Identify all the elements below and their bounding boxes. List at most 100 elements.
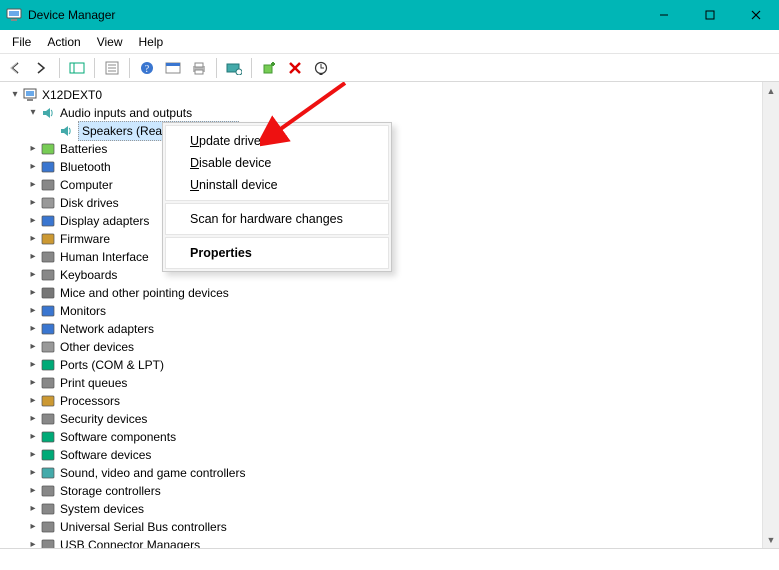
expand-icon[interactable]: ▸ — [26, 410, 40, 428]
tree-category-label: Sound, video and game controllers — [60, 464, 245, 482]
tree-category-label: Storage controllers — [60, 482, 161, 500]
expand-icon[interactable]: ▸ — [26, 374, 40, 392]
device-category-icon — [40, 393, 56, 409]
expand-icon[interactable]: ▸ — [26, 302, 40, 320]
expand-icon[interactable]: ▸ — [26, 212, 40, 230]
toolbar: ? — [0, 54, 779, 82]
tree-category[interactable]: ▸Print queues — [8, 374, 760, 392]
expand-icon[interactable]: ▸ — [26, 338, 40, 356]
remote-icon[interactable] — [222, 56, 246, 80]
tree-category-label: Human Interface — [60, 248, 149, 266]
speaker-icon — [58, 123, 74, 139]
tree-category[interactable]: ▸Mice and other pointing devices — [8, 284, 760, 302]
scroll-down-icon[interactable]: ▼ — [763, 531, 779, 548]
tree-category-label: Universal Serial Bus controllers — [60, 518, 227, 536]
app-icon — [6, 7, 22, 23]
tree-category[interactable]: ▸ System devices — [8, 500, 760, 518]
tree-category[interactable]: ▸ Storage controllers — [8, 482, 760, 500]
expand-icon[interactable]: ▸ — [26, 356, 40, 374]
menu-view[interactable]: View — [89, 33, 131, 51]
action-center-icon[interactable] — [161, 56, 185, 80]
expand-icon[interactable]: ▸ — [26, 176, 40, 194]
device-category-icon — [40, 483, 56, 499]
tree-category-label: Keyboards — [60, 266, 117, 284]
expand-icon[interactable]: ▸ — [26, 536, 40, 548]
tree-category[interactable]: ▸USB Connector Managers — [8, 536, 760, 548]
expand-icon[interactable]: ▸ — [26, 446, 40, 464]
tree-category-audio[interactable]: ▾ Audio inputs and outputs — [8, 104, 760, 122]
device-category-icon — [40, 357, 56, 373]
expand-icon[interactable]: ▸ — [26, 248, 40, 266]
print-icon[interactable] — [187, 56, 211, 80]
tree-root[interactable]: ▾ X12DEXT0 — [8, 86, 760, 104]
ctx-scan-hardware[interactable]: Scan for hardware changes — [166, 208, 388, 230]
tree-category[interactable]: ▸Processors — [8, 392, 760, 410]
tree-category-label: Software components — [60, 428, 176, 446]
tree-category[interactable]: ▸ Sound, video and game controllers — [8, 464, 760, 482]
show-hide-icon[interactable] — [65, 56, 89, 80]
menu-action[interactable]: Action — [39, 33, 88, 51]
forward-icon[interactable] — [30, 56, 54, 80]
device-category-icon — [40, 285, 56, 301]
ctx-properties[interactable]: Properties — [166, 242, 388, 264]
tree-category-label: Other devices — [60, 338, 134, 356]
tree-category[interactable]: ▸Network adapters — [8, 320, 760, 338]
svg-text:?: ? — [145, 64, 150, 75]
ctx-disable-device[interactable]: Disable device — [166, 152, 388, 174]
device-category-icon — [40, 249, 56, 265]
back-icon[interactable] — [4, 56, 28, 80]
tree-category[interactable]: ▸ Universal Serial Bus controllers — [8, 518, 760, 536]
uninstall-icon[interactable] — [283, 56, 307, 80]
device-category-icon — [40, 303, 56, 319]
tree-category[interactable]: ▸Monitors — [8, 302, 760, 320]
device-category-icon — [40, 321, 56, 337]
device-category-icon — [40, 375, 56, 391]
tree-category[interactable]: ▸Software devices — [8, 446, 760, 464]
device-category-icon — [40, 519, 56, 535]
expand-icon[interactable]: ▸ — [26, 428, 40, 446]
scan-icon[interactable] — [309, 56, 333, 80]
tree-category[interactable]: ▸ Software components — [8, 428, 760, 446]
expand-icon[interactable]: ▸ — [26, 194, 40, 212]
expand-icon[interactable]: ▸ — [26, 284, 40, 302]
expand-icon[interactable]: ▸ — [26, 158, 40, 176]
device-category-icon — [40, 339, 56, 355]
expand-icon[interactable]: ▸ — [26, 140, 40, 158]
expand-icon[interactable]: ▸ — [26, 266, 40, 284]
workarea: ▾ X12DEXT0 ▾ Audio inputs and outputs ▸ … — [0, 82, 779, 548]
minimize-button[interactable] — [641, 0, 687, 30]
tree-category-label: Batteries — [60, 140, 107, 158]
speaker-icon — [40, 105, 56, 121]
menu-file[interactable]: File — [4, 33, 39, 51]
device-category-icon — [40, 177, 56, 193]
help-icon[interactable]: ? — [135, 56, 159, 80]
menu-help[interactable]: Help — [131, 33, 172, 51]
tree-category-label: Computer — [60, 176, 113, 194]
expand-icon[interactable]: ▸ — [26, 482, 40, 500]
maximize-button[interactable] — [687, 0, 733, 30]
device-category-icon — [40, 411, 56, 427]
expand-icon[interactable]: ▸ — [26, 518, 40, 536]
tree-category[interactable]: ▸Security devices — [8, 410, 760, 428]
tree-category[interactable]: ▸Ports (COM & LPT) — [8, 356, 760, 374]
expand-icon[interactable]: ▸ — [26, 464, 40, 482]
tree-category[interactable]: ▸ Other devices — [8, 338, 760, 356]
expand-icon[interactable]: ▸ — [26, 230, 40, 248]
device-category-icon — [40, 537, 56, 548]
tree-category-label: System devices — [60, 500, 144, 518]
close-button[interactable] — [733, 0, 779, 30]
device-category-icon — [40, 447, 56, 463]
expand-icon[interactable]: ▸ — [26, 392, 40, 410]
scrollbar-vertical[interactable]: ▲ ▼ — [762, 82, 779, 548]
properties-icon[interactable] — [100, 56, 124, 80]
device-category-icon — [40, 267, 56, 283]
expand-icon[interactable]: ▸ — [26, 500, 40, 518]
ctx-uninstall-device[interactable]: Uninstall device — [166, 174, 388, 196]
expand-icon[interactable]: ▸ — [26, 320, 40, 338]
ctx-update-driver[interactable]: Update driver — [166, 130, 388, 152]
scroll-up-icon[interactable]: ▲ — [763, 82, 779, 99]
context-menu: Update driver Disable device Uninstall d… — [162, 122, 392, 272]
device-category-icon — [40, 429, 56, 445]
device-category-icon — [40, 213, 56, 229]
add-legacy-icon[interactable] — [257, 56, 281, 80]
